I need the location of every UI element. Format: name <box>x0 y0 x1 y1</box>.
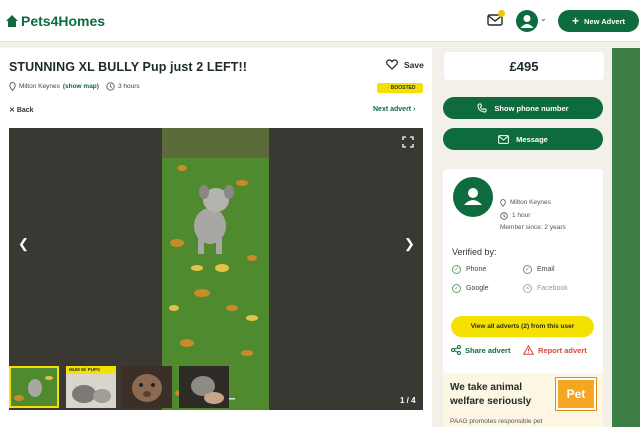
verified-phone: ✓ Phone <box>452 265 486 274</box>
verified-google-label: Google <box>466 285 489 292</box>
phone-icon <box>477 103 487 113</box>
background-image-strip <box>612 48 640 427</box>
check-icon: ✓ <box>523 265 532 274</box>
advert-location: Milton Keynes <box>19 83 60 90</box>
thumbnail-3[interactable] <box>122 366 172 408</box>
logo-text: Pets4Homes <box>21 13 106 29</box>
save-label: Save <box>404 59 424 70</box>
thumbnail-2[interactable]: MUM W/ PUPS <box>66 366 116 408</box>
verified-email-label: Email <box>537 266 555 273</box>
seller-info: Milton Keynes 1 hour Member since: 2 yea… <box>500 197 566 235</box>
back-label: Back <box>16 107 34 114</box>
site-header: Pets4Homes ⌄ + New Advert <box>0 0 640 42</box>
warning-icon <box>523 345 534 355</box>
welfare-title: We take animal welfare seriously <box>450 382 532 407</box>
seller-clock-icon <box>500 212 508 220</box>
seller-location: Milton Keynes <box>510 199 551 206</box>
seller-user-icon <box>464 188 482 205</box>
chevron-down-icon[interactable]: ⌄ <box>540 14 547 23</box>
heart-icon <box>386 59 398 70</box>
advert-sidebar: £495 Show phone number Message Milton Ke… <box>436 48 640 427</box>
new-advert-button[interactable]: + New Advert <box>558 10 639 32</box>
verified-facebook-label: Facebook <box>537 285 568 292</box>
share-icon <box>451 345 461 355</box>
advert-meta: Milton Keynes (show map) 3 hours <box>9 82 140 91</box>
verified-title: Verified by: <box>452 247 497 257</box>
thumbnail-dog-face-image <box>122 366 172 408</box>
account-avatar[interactable] <box>516 10 538 32</box>
paag-pet-logo: Pet <box>555 377 597 411</box>
member-since: Member since: 2 years <box>500 224 566 231</box>
site-logo[interactable]: Pets4Homes <box>5 13 105 29</box>
next-advert-link[interactable]: Next advert › <box>373 106 415 113</box>
show-phone-label: Show phone number <box>494 103 569 113</box>
price-display: £495 <box>444 52 604 80</box>
next-image-arrow[interactable]: ❯ <box>404 236 415 252</box>
next-advert-label: Next advert <box>373 106 412 113</box>
thumbnail-mum-pups-image <box>66 366 116 408</box>
message-button[interactable]: Message <box>443 128 603 150</box>
share-advert-label: Share advert <box>465 345 511 355</box>
boosted-badge: ⚡ BOOSTED <box>377 83 423 93</box>
seller-avatar <box>453 177 493 217</box>
verified-email: ✓ Email <box>523 265 555 274</box>
advert-posted-time: 3 hours <box>117 83 140 90</box>
verified-facebook: ✕ Facebook <box>523 284 568 293</box>
boosted-label: BOOSTED <box>390 85 416 91</box>
message-envelope-icon <box>498 134 510 144</box>
report-advert-button[interactable]: Report advert <box>523 345 587 355</box>
notification-dot <box>498 10 505 17</box>
thumbnail-puppy-image <box>9 366 59 408</box>
message-label: Message <box>516 134 548 144</box>
save-button[interactable]: Save <box>386 59 424 70</box>
cross-icon: ✕ <box>523 284 532 293</box>
paag-logo-text: Pet <box>566 387 586 401</box>
image-counter: 1 / 4 <box>400 396 416 405</box>
verified-phone-label: Phone <box>466 266 487 273</box>
new-advert-label: New Advert <box>584 16 625 26</box>
thumbnail-1[interactable] <box>9 366 59 408</box>
messages-button[interactable] <box>487 10 505 27</box>
thumbnail-caption: MUM W/ PUPS <box>69 367 100 372</box>
check-icon: ✓ <box>452 284 461 293</box>
verified-google: ✓ Google <box>452 284 489 293</box>
share-advert-button[interactable]: Share advert <box>451 345 510 355</box>
show-phone-button[interactable]: Show phone number <box>443 97 603 119</box>
advert-main: STUNNING XL BULLY Pup just 2 LEFT!! Save… <box>0 48 432 427</box>
plus-icon: + <box>572 14 580 28</box>
advert-title: STUNNING XL BULLY Pup just 2 LEFT!! <box>9 60 248 74</box>
welfare-text: PAAG promotes responsible pet <box>450 418 543 425</box>
view-all-adverts-button[interactable]: View all adverts (2) from this user <box>451 316 594 337</box>
clock-icon <box>106 82 115 91</box>
report-advert-label: Report advert <box>538 345 587 355</box>
back-link[interactable]: ✕ Back <box>9 106 34 114</box>
location-pin-icon <box>9 82 16 91</box>
thumbnail-puppy-held-image <box>179 366 229 408</box>
welfare-banner: We take animal welfare seriously Pet PAA… <box>443 373 603 427</box>
thumbnail-4[interactable] <box>179 366 229 408</box>
fullscreen-icon[interactable] <box>402 136 414 148</box>
user-icon <box>520 15 534 28</box>
show-map-link[interactable]: (show map) <box>63 83 99 90</box>
seller-last-active: 1 hour <box>512 211 531 219</box>
house-logo-icon <box>6 15 18 27</box>
previous-image-arrow[interactable]: ❮ <box>18 236 29 252</box>
seller-location-pin-icon <box>500 199 506 208</box>
check-icon: ✓ <box>452 265 461 274</box>
